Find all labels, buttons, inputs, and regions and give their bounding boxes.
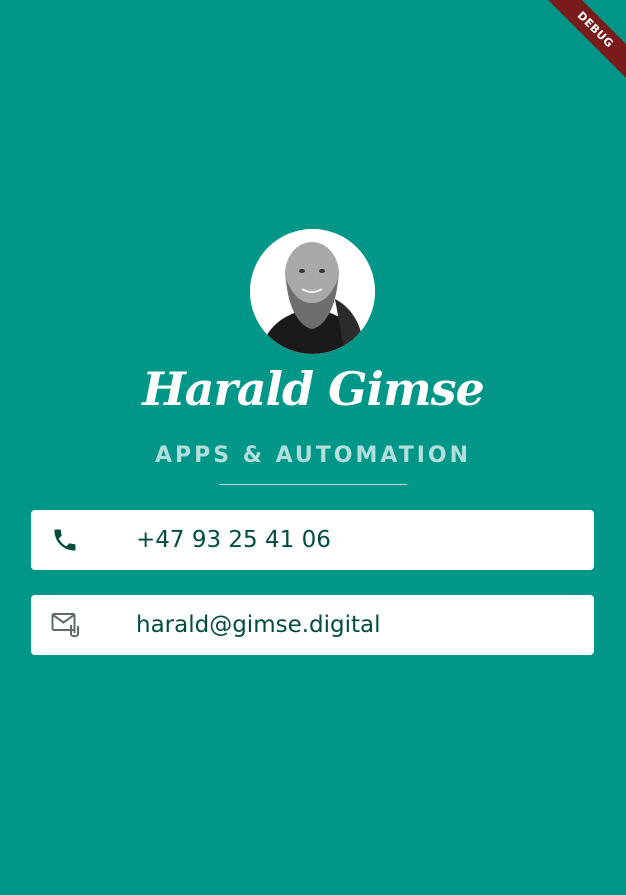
profile-title: APPS & AUTOMATION: [154, 443, 472, 468]
profile-name: Harald Gimse: [142, 362, 485, 416]
debug-banner: DEBUG: [516, 0, 626, 110]
debug-label: DEBUG: [540, 0, 626, 85]
divider: [219, 484, 407, 485]
phone-icon: [51, 524, 121, 556]
avatar-photo: [250, 229, 375, 354]
phone-number: +47 93 25 41 06: [136, 527, 331, 553]
phone-card[interactable]: +47 93 25 41 06: [31, 510, 594, 570]
email-address: harald@gimse.digital: [136, 612, 381, 638]
mail-attachment-icon: [51, 609, 121, 641]
email-card[interactable]: harald@gimse.digital: [31, 595, 594, 655]
avatar: [250, 229, 375, 354]
